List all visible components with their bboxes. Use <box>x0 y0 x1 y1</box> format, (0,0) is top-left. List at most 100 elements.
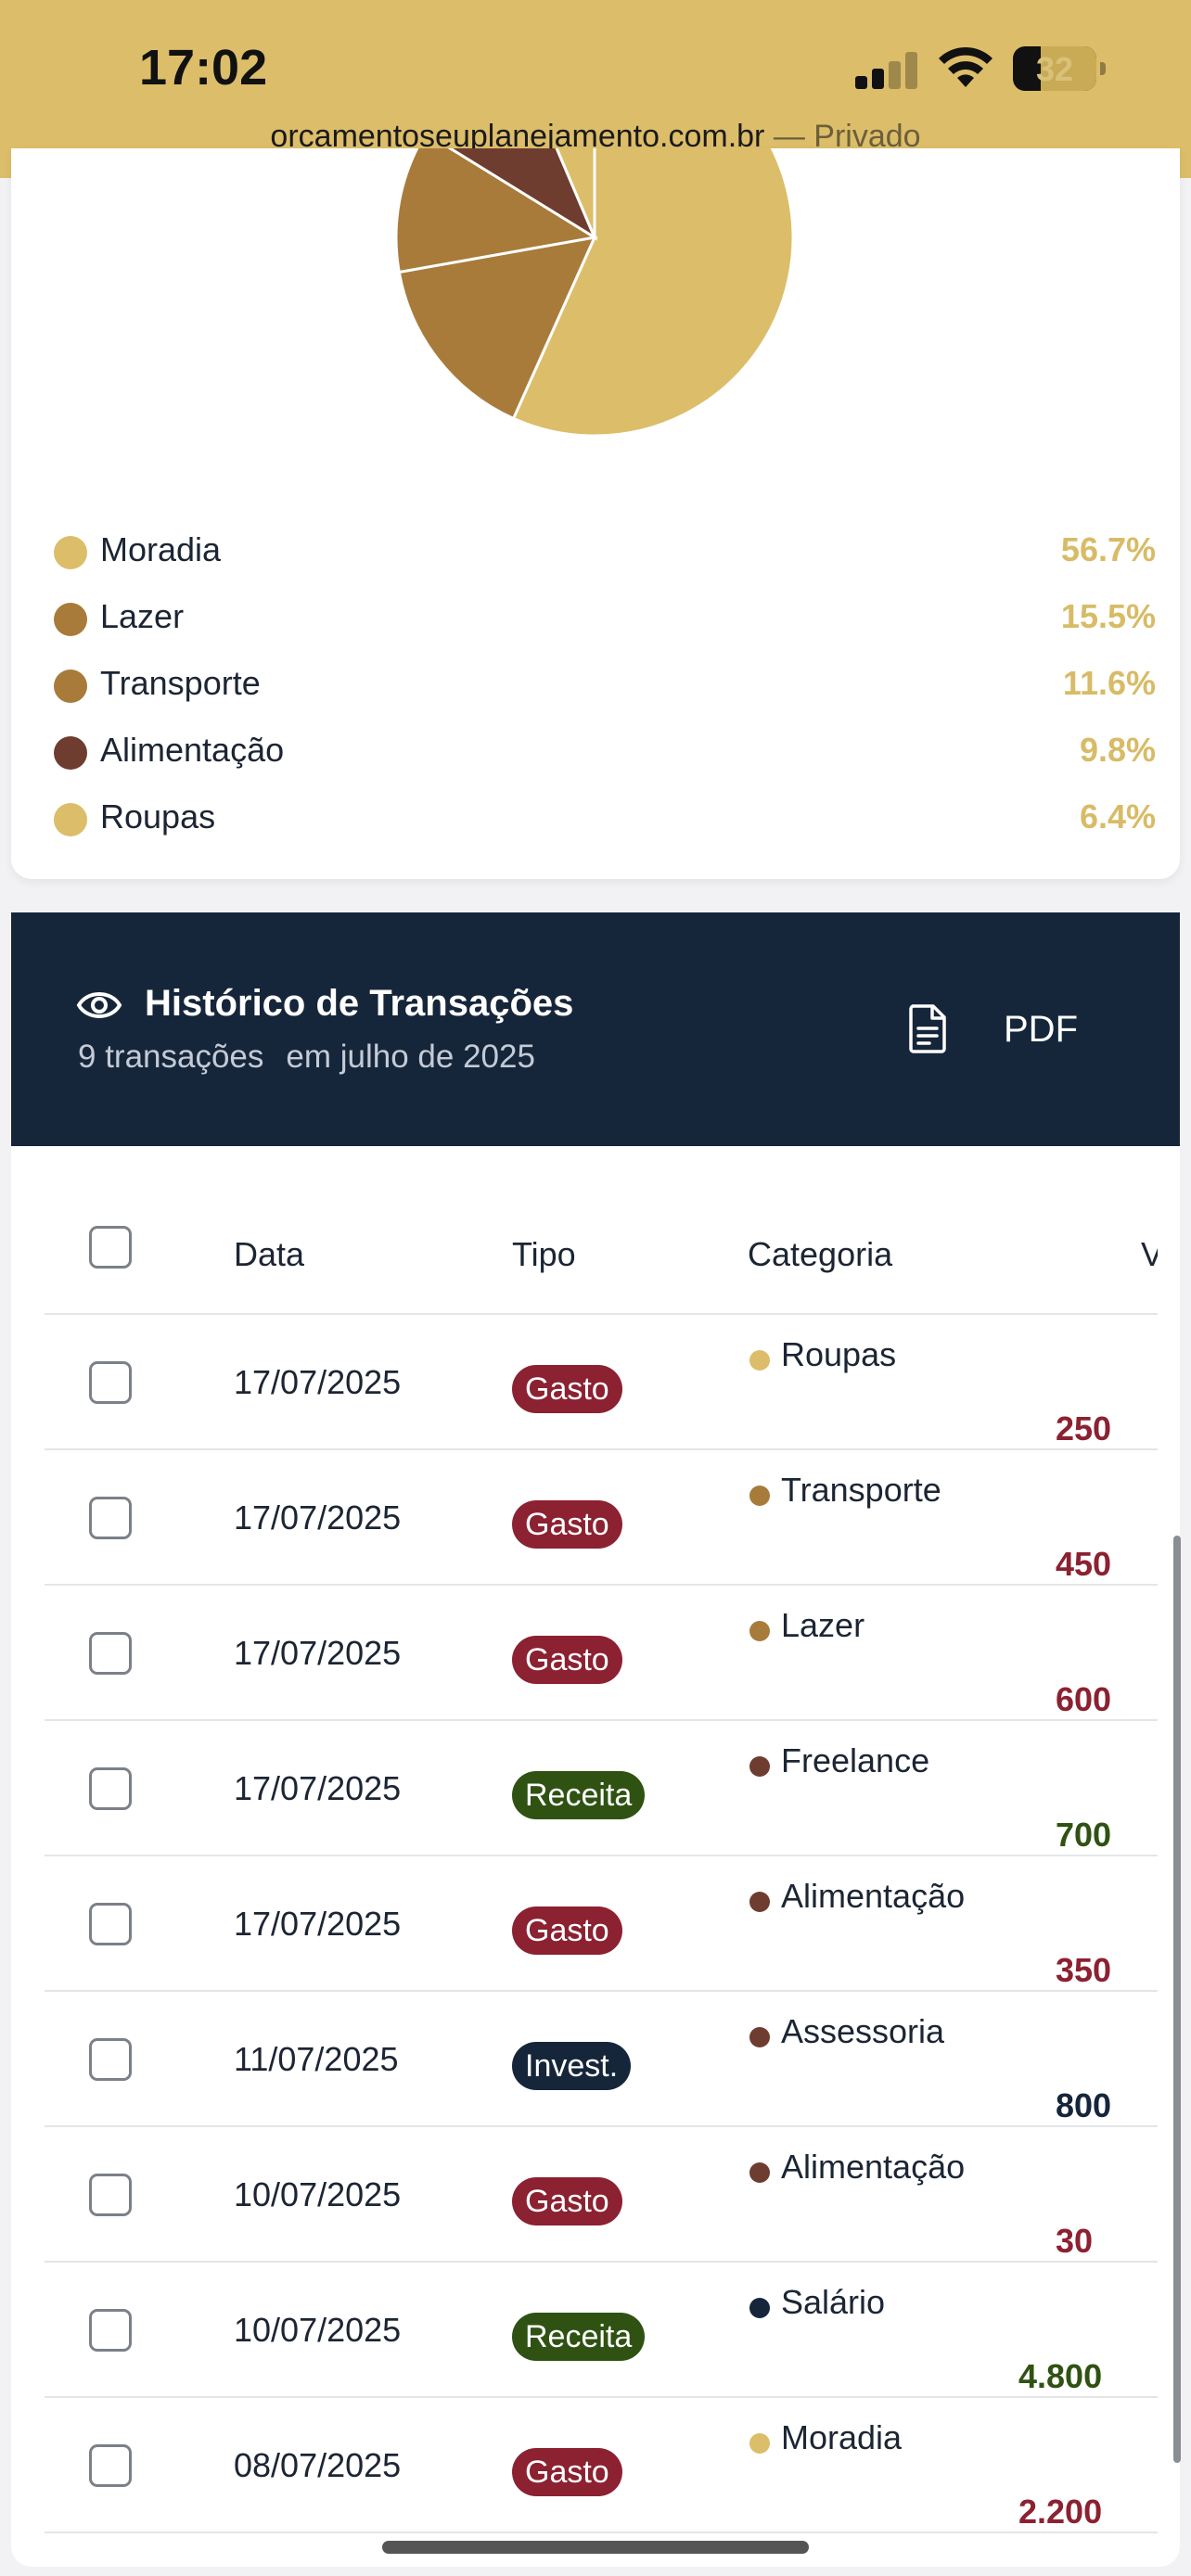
row-checkbox[interactable] <box>89 1632 132 1675</box>
column-value[interactable]: V <box>1141 1235 1158 1274</box>
legend-label: Alimentação <box>100 731 285 769</box>
row-checkbox[interactable] <box>89 1767 132 1810</box>
transaction-date: 17/07/2025 <box>234 1769 402 1807</box>
transaction-date: 10/07/2025 <box>234 2175 402 2213</box>
transaction-category: Freelance <box>781 1741 930 1779</box>
table-row[interactable]: 11/07/2025 Invest. Assessoria 800 <box>45 1992 1158 2127</box>
transaction-category: Alimentação <box>781 2148 966 2186</box>
category-color-dot <box>749 2433 770 2454</box>
transaction-date: 17/07/2025 <box>234 1634 402 1672</box>
transaction-date: 17/07/2025 <box>234 1363 402 1401</box>
transaction-value: 600 <box>1056 1680 1112 1718</box>
page-scrollbar[interactable] <box>1173 1536 1181 2463</box>
transaction-value: 4.800 <box>1018 2357 1103 2395</box>
transaction-category: Moradia <box>781 2418 903 2456</box>
table-row[interactable]: 17/07/2025 Gasto Alimentação 350 <box>45 1856 1158 1992</box>
category-color-dot <box>749 2298 770 2318</box>
history-header: Histórico de Transações 9 transações em j… <box>11 912 1180 1146</box>
transaction-category: Alimentação <box>781 1877 966 1915</box>
row-checkbox[interactable] <box>89 1497 132 1539</box>
wifi-icon <box>939 46 992 87</box>
transaction-category: Transporte <box>781 1471 941 1509</box>
legend-item: Moradia 56.7% <box>43 516 1156 582</box>
select-all-checkbox[interactable] <box>89 1226 132 1269</box>
row-checkbox[interactable] <box>89 2444 132 2487</box>
cellular-signal-icon <box>855 52 920 89</box>
transaction-value: 30 <box>1056 2222 1094 2260</box>
column-category[interactable]: Categoria <box>748 1235 892 1274</box>
row-checkbox[interactable] <box>89 1903 132 1945</box>
transaction-category: Lazer <box>781 1606 865 1644</box>
transaction-date: 08/07/2025 <box>234 2446 402 2484</box>
transaction-type-badge: Gasto <box>512 1365 622 1413</box>
transaction-category: Assessoria <box>781 2012 945 2050</box>
value-cell: 4.800 <box>1018 2263 1158 2398</box>
value-cell: 800 <box>1056 1992 1158 2127</box>
row-checkbox[interactable] <box>89 2309 132 2352</box>
table-row[interactable]: 10/07/2025 Gasto Alimentação 30 <box>45 2127 1158 2263</box>
eye-icon[interactable] <box>76 987 122 1024</box>
table-header: Data Tipo Categoria V <box>45 1146 1158 1315</box>
transaction-type-badge: Invest. <box>512 2042 632 2090</box>
value-cell: 600 <box>1056 1586 1158 1721</box>
category-color-dot <box>749 1350 770 1371</box>
legend-item: Transporte 11.6% <box>43 649 1156 716</box>
legend-item: Alimentação 9.8% <box>43 716 1156 783</box>
transaction-value: 2.200 <box>1018 2493 1103 2531</box>
value-cell: 450 <box>1056 1450 1158 1586</box>
transaction-type-badge: Gasto <box>512 1906 622 1955</box>
legend-color-dot <box>54 670 87 703</box>
pdf-label: PDF <box>1004 1009 1078 1050</box>
history-period: em julho de 2025 <box>286 1039 535 1075</box>
transaction-type-badge: Gasto <box>512 1636 622 1684</box>
transaction-type-badge: Gasto <box>512 2177 622 2225</box>
home-indicator[interactable] <box>382 2541 809 2554</box>
legend-color-dot <box>54 603 87 636</box>
legend-item: Lazer 15.5% <box>43 582 1156 649</box>
legend-color-dot <box>54 736 87 770</box>
legend-percent: 6.4% <box>1079 797 1156 835</box>
transaction-type-badge: Gasto <box>512 1500 622 1549</box>
value-cell: 250 <box>1056 1315 1158 1450</box>
transaction-history-card: Histórico de Transações 9 transações em j… <box>11 912 1180 2567</box>
transaction-value: 800 <box>1056 2086 1112 2124</box>
row-checkbox[interactable] <box>89 2174 132 2216</box>
legend-label: Transporte <box>100 664 261 702</box>
transactions-table: Data Tipo Categoria V 17/07/2025 Gasto Rou… <box>45 1146 1158 2533</box>
column-date[interactable]: Data <box>234 1235 304 1274</box>
category-color-dot <box>749 1621 770 1641</box>
table-row[interactable]: 08/07/2025 Gasto Moradia 2.200 <box>45 2398 1158 2533</box>
legend-percent: 11.6% <box>1062 664 1156 702</box>
category-color-dot <box>749 1486 770 1506</box>
row-checkbox[interactable] <box>89 1361 132 1404</box>
legend-label: Lazer <box>100 597 185 635</box>
document-icon <box>909 1004 946 1053</box>
category-color-dot <box>749 1892 770 1912</box>
table-row[interactable]: 17/07/2025 Receita Freelance 700 <box>45 1721 1158 1856</box>
row-checkbox[interactable] <box>89 2038 132 2081</box>
table-body: 17/07/2025 Gasto Roupas 250 17/07/2025 Gasto T… <box>45 1315 1158 2533</box>
history-title: Histórico de Transações <box>145 983 574 1024</box>
table-row[interactable]: 17/07/2025 Gasto Lazer 600 <box>45 1586 1158 1721</box>
legend-item: Roupas 6.4% <box>43 783 1156 849</box>
category-color-dot <box>749 1756 770 1777</box>
transaction-category: Salário <box>781 2283 886 2321</box>
legend-label: Moradia <box>100 530 222 568</box>
table-row[interactable]: 17/07/2025 Gasto Roupas 250 <box>45 1315 1158 1450</box>
transaction-type-badge: Receita <box>512 1771 646 1819</box>
export-pdf-button[interactable]: PDF <box>907 1003 1121 1059</box>
battery-level: 32 <box>1035 50 1074 88</box>
category-color-dot <box>749 2162 770 2183</box>
column-type[interactable]: Tipo <box>512 1235 576 1274</box>
transaction-count: 9 transações <box>78 1039 264 1075</box>
legend-label: Roupas <box>100 797 216 835</box>
value-cell: 700 <box>1056 1721 1158 1856</box>
transaction-category: Roupas <box>781 1335 897 1373</box>
table-row[interactable]: 10/07/2025 Receita Salário 4.800 <box>45 2263 1158 2398</box>
legend-percent: 15.5% <box>1060 597 1156 635</box>
value-cell: 30 <box>1056 2127 1158 2263</box>
battery-icon: 32 <box>1013 46 1106 91</box>
table-row[interactable]: 17/07/2025 Gasto Transporte 450 <box>45 1450 1158 1586</box>
transaction-type-badge: Gasto <box>512 2448 622 2496</box>
value-cell: 350 <box>1056 1856 1158 1992</box>
